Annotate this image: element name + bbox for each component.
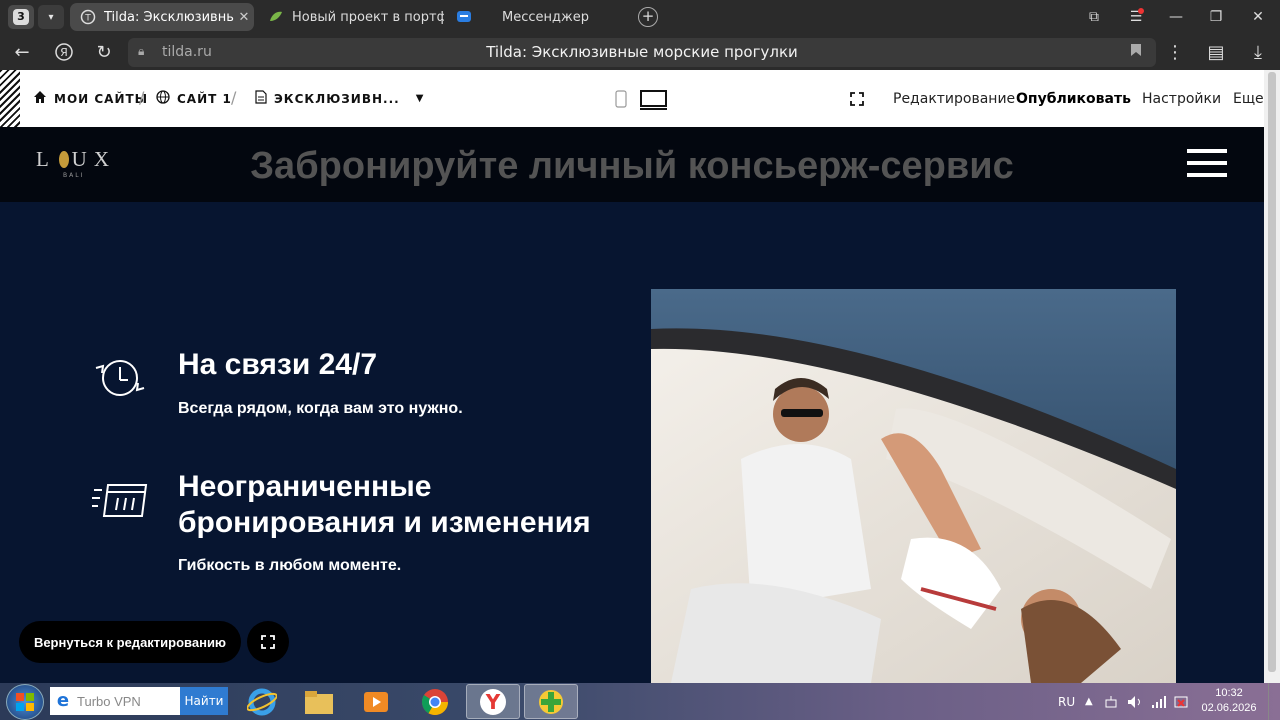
reader-icon[interactable]: ▤ [1204,40,1228,64]
restore-button[interactable]: ❐ [1196,0,1236,34]
back-arrow-icon[interactable]: ← [10,40,34,64]
language-indicator[interactable]: RU [1058,683,1075,720]
file-explorer-icon[interactable] [292,684,346,719]
minimize-button[interactable]: — [1156,0,1196,34]
breadcrumb-separator: / [231,88,237,107]
page-scrollbar[interactable] [1264,70,1280,683]
tab-label: Tilda: Эксклюзивные м [104,9,234,25]
tilda-favicon-icon: T [80,9,96,25]
feature-title-line2: бронирования и изменения [178,506,591,539]
tab-messenger[interactable]: Мессенджер [446,3,630,31]
yandex-browser-icon[interactable]: Y [466,684,520,719]
calendar-fast-icon [92,482,148,522]
tilda-logo-pattern [0,70,20,127]
svg-text:T: T [84,14,91,24]
bookmark-icon[interactable] [1130,43,1142,61]
clock-date: 02.06.2026 [1201,702,1257,714]
breadcrumb-label: ЭКСКЛЮЗИВН... [274,91,400,106]
search-button[interactable]: Найти [180,687,228,715]
scrollbar-thumb[interactable] [1268,72,1276,672]
signal-icon[interactable] [1151,683,1167,720]
network-tray-icon[interactable] [1104,683,1118,720]
page-icon [255,89,267,108]
volume-icon[interactable] [1127,683,1143,720]
breadcrumb-label: МОИ САЙТЫ [54,91,149,106]
breadcrumb-site[interactable]: САЙТ 1 [156,70,232,127]
close-window-button[interactable]: ✕ [1238,0,1278,34]
close-icon[interactable]: ✕ [234,10,254,25]
tab-label: Мессенджер [502,9,589,25]
more-vertical-icon[interactable]: ⋮ [1163,40,1187,64]
collections-icon[interactable]: ⧉ [1074,0,1114,34]
show-desktop-button[interactable] [1268,683,1280,720]
chevron-down-icon[interactable]: ▾ [38,5,64,29]
hamburger-menu-icon[interactable] [1187,149,1227,179]
action-center-icon[interactable] [1174,683,1188,720]
search-input[interactable] [77,693,181,709]
yacht-couple-photo [651,289,1176,683]
svg-text:Y: Y [485,690,501,714]
feature-title-line1: Неограниченные [178,470,432,503]
game-app-icon[interactable] [524,684,578,719]
taskbar-search[interactable]: e Найти [50,687,228,715]
globe-icon [156,89,170,108]
fullscreen-icon[interactable] [850,70,864,127]
tab-count-button[interactable]: 3 [8,5,34,29]
breadcrumb-my-sites[interactable]: МОИ САЙТЫ [33,70,148,127]
taskbar: e Найти Y RU ▲ 10:32 02.06.2026 [0,683,1280,720]
download-icon[interactable]: ⤓ [1246,40,1270,64]
yandex-icon[interactable]: Я [52,40,76,64]
back-to-edit-button[interactable]: Вернуться к редактированию [19,621,241,663]
chat-favicon-icon [456,9,472,25]
site-header: L UX BALI Забронируйте личный консьерж-се… [0,127,1264,202]
tab-strip: 3 ▾ T Tilda: Эксклюзивные м ✕ Новый прое… [0,0,1280,34]
leaf-favicon-icon [268,9,284,25]
internet-explorer-icon[interactable] [235,684,289,719]
url-field[interactable]: 🔒︎ tilda.ru Tilda: Эксклюзивные морские … [128,38,1156,67]
taskbar-clock[interactable]: 10:32 02.06.2026 [1200,686,1258,716]
tab-tilda[interactable]: T Tilda: Эксклюзивные м ✕ [70,3,254,31]
fullscreen-toggle-button[interactable] [247,621,289,663]
media-player-icon[interactable] [349,684,403,719]
chevron-down-icon[interactable]: ▼ [416,93,425,104]
edit-link[interactable]: Редактирование [893,70,1015,127]
home-icon [33,90,47,108]
windows-logo-icon [16,693,34,711]
new-tab-button[interactable]: + [638,7,658,27]
feature-title: На связи 24/7 [178,348,377,381]
publish-link[interactable]: Опубликовать [1016,70,1131,127]
ie-search-icon: e [56,690,70,711]
mobile-view-icon[interactable] [615,90,627,112]
clock-cycle-icon [92,354,148,408]
page-title: Tilda: Эксклюзивные морские прогулки [486,43,798,61]
reload-icon[interactable]: ↻ [92,40,116,64]
tray-expand-icon[interactable]: ▲ [1085,683,1093,720]
address-bar-row: ← Я ↻ 🔒︎ tilda.ru Tilda: Эксклюзивные мо… [0,34,1280,70]
menu-icon[interactable]: ☰ [1116,0,1156,34]
chrome-icon[interactable] [408,684,462,719]
more-link[interactable]: Еще [1233,70,1264,127]
header-title: Забронируйте личный консьерж-сервис [250,145,1014,187]
breadcrumb-label: САЙТ 1 [177,91,232,106]
clock-time: 10:32 [1215,687,1243,699]
breadcrumb-page[interactable]: ЭКСКЛЮЗИВН... ▼ [255,70,424,127]
feature-subtitle: Гибкость в любом моменте. [178,557,402,574]
tab-label: Новый проект в портфол [292,9,444,25]
breadcrumb-separator: / [139,88,145,107]
tab-new-project[interactable]: Новый проект в портфол [258,3,444,31]
desktop-view-icon[interactable] [640,90,667,114]
settings-link[interactable]: Настройки [1142,70,1221,127]
browser-chrome: 3 ▾ T Tilda: Эксклюзивные м ✕ Новый прое… [0,0,1280,70]
feature-subtitle: Всегда рядом, когда вам это нужно. [178,400,463,417]
svg-text:Я: Я [60,46,68,59]
tilda-top-panel: МОИ САЙТЫ / САЙТ 1 / ЭКСКЛЮЗИВН... ▼ Ред… [0,70,1264,127]
